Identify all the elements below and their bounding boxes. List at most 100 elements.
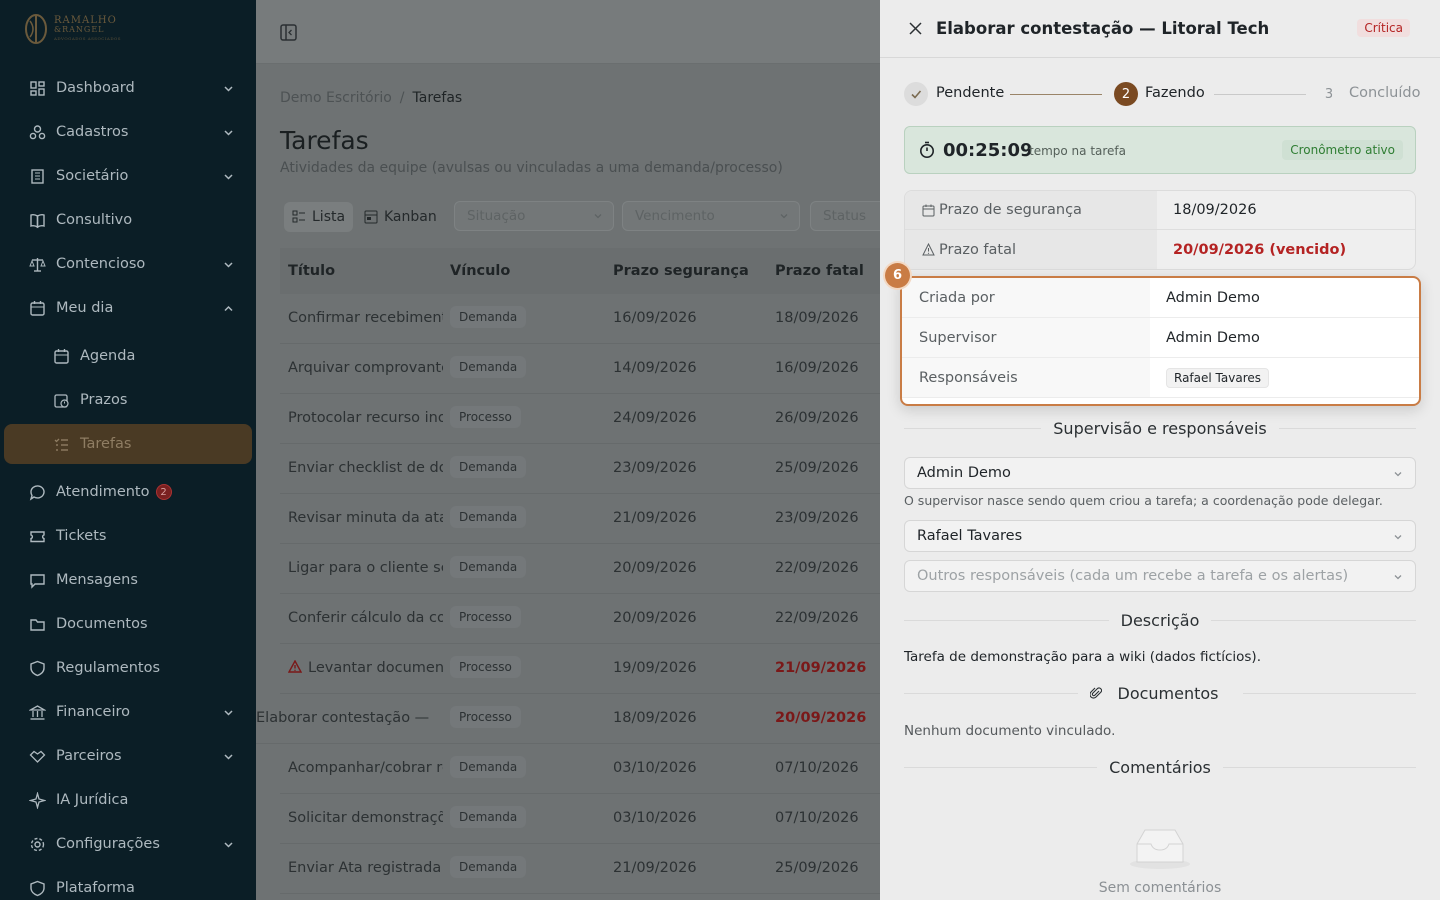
sidebar-item-ia-juridica[interactable]: IA Jurídica bbox=[4, 780, 252, 820]
sidebar-item-label: Tarefas bbox=[80, 436, 132, 452]
table-row[interactable]: Levantar document Processo 19/09/2026 21/09… bbox=[280, 644, 880, 694]
sidebar-item-contencioso[interactable]: Contencioso bbox=[4, 244, 252, 284]
sidebar-toggle-icon[interactable] bbox=[280, 24, 297, 45]
col-vinculo[interactable]: Vínculo bbox=[450, 263, 510, 279]
cell-titulo-text: Solicitar demonstraçõ bbox=[288, 810, 443, 826]
cell-prazo-fatal: 21/09/2026 bbox=[775, 660, 867, 676]
priority-badge: Crítica bbox=[1357, 19, 1410, 37]
brand-logo[interactable]: RAMALHO &RANGEL ADVOGADOS ASSOCIADOS bbox=[24, 13, 121, 45]
cell-titulo: Confirmar recebimento bbox=[288, 310, 443, 326]
chevron-down-icon[interactable] bbox=[223, 258, 234, 274]
step-concluido-label[interactable]: Concluído bbox=[1349, 85, 1420, 101]
table-row[interactable]: Elaborar contestação — Processo 18/09/2026… bbox=[256, 694, 880, 744]
cell-prazo-seguranca: 03/10/2026 bbox=[613, 760, 697, 776]
sidebar-item-agenda[interactable]: Agenda bbox=[4, 336, 252, 376]
scale-icon bbox=[28, 255, 46, 273]
table-row[interactable]: Enviar Ata registrada a Demanda 21/09/2026… bbox=[280, 844, 880, 894]
supervisor-select[interactable]: Admin Demo bbox=[904, 457, 1416, 489]
chevron-down-icon[interactable] bbox=[223, 126, 234, 142]
table-row[interactable]: Ligar para o cliente sc Demanda 20/09/2026… bbox=[280, 544, 880, 594]
calendar-icon bbox=[28, 299, 46, 317]
sidebar-item-dashboard[interactable]: Dashboard bbox=[4, 68, 252, 108]
section-supervision-heading: Supervisão e responsáveis bbox=[904, 418, 1416, 438]
step-done-check-icon[interactable] bbox=[904, 82, 928, 106]
filter-vencimento[interactable]: Vencimento bbox=[622, 201, 800, 231]
chevron-down-icon[interactable] bbox=[223, 838, 234, 854]
filter-situacao[interactable]: Situação bbox=[454, 201, 614, 231]
col-prazo-fatal[interactable]: Prazo fatal bbox=[775, 263, 864, 279]
sidebar-item-financeiro[interactable]: Financeiro bbox=[4, 692, 252, 732]
responsible-chip[interactable]: Rafael Tavares bbox=[1166, 367, 1269, 388]
table-row[interactable]: Confirmar recebimento Demanda 16/09/2026 18… bbox=[280, 294, 880, 344]
task-list-icon bbox=[52, 435, 70, 453]
inbox-empty-icon bbox=[1127, 826, 1193, 874]
kv-key: Prazo de segurança bbox=[905, 191, 1157, 229]
step-fazendo-number[interactable]: 2 bbox=[1114, 82, 1138, 106]
cell-vinculo: Processo bbox=[450, 606, 521, 628]
step-fazendo-label[interactable]: Fazendo bbox=[1145, 85, 1205, 101]
sidebar-item-prazos[interactable]: Prazos bbox=[4, 380, 252, 420]
vinculo-pill: Demanda bbox=[450, 756, 527, 778]
building-icon bbox=[28, 167, 46, 185]
other-responsibles-select[interactable]: Outros responsáveis (cada um recebe a ta… bbox=[904, 560, 1416, 592]
comments-empty-text: Sem comentários bbox=[1098, 880, 1222, 896]
description-text: Tarefa de demonstração para a wiki (dado… bbox=[904, 649, 1261, 665]
stopwatch-icon bbox=[919, 141, 935, 163]
responsible-select[interactable]: Rafael Tavares bbox=[904, 520, 1416, 552]
step-pendente-label[interactable]: Pendente bbox=[936, 85, 1004, 101]
sidebar-item-label: Atendimento bbox=[56, 484, 150, 500]
topbar bbox=[256, 0, 880, 64]
sidebar-item-atendimento[interactable]: Atendimento 2 bbox=[4, 472, 252, 512]
chevron-down-icon bbox=[594, 214, 602, 219]
chevron-up-icon[interactable] bbox=[223, 302, 234, 318]
sidebar-item-documentos[interactable]: Documentos bbox=[4, 604, 252, 644]
cell-titulo-text: Enviar Ata registrada a bbox=[288, 860, 443, 876]
sidebar-item-cadastros[interactable]: Cadastros bbox=[4, 112, 252, 152]
table-row[interactable]: Solicitar demonstraçõ Demanda 03/10/2026 07… bbox=[280, 794, 880, 844]
timer-status-badge: Cronômetro ativo bbox=[1282, 140, 1403, 160]
table-row[interactable]: Enviar checklist de do Demanda 23/09/2026 2… bbox=[280, 444, 880, 494]
filter-status[interactable]: Status bbox=[810, 201, 880, 231]
step-concluido-number[interactable]: 3 bbox=[1317, 82, 1341, 106]
table-row[interactable]: Acompanhar/cobrar re Demanda 03/10/2026 07/… bbox=[280, 744, 880, 794]
table-row[interactable]: Revisar minuta da ata Demanda 21/09/2026 23… bbox=[280, 494, 880, 544]
sidebar-item-tarefas[interactable]: Tarefas bbox=[4, 424, 252, 464]
breadcrumb-root[interactable]: Demo Escritório bbox=[280, 90, 392, 106]
col-prazo-seguranca[interactable]: Prazo segurança bbox=[613, 263, 749, 279]
chevron-down-icon[interactable] bbox=[223, 706, 234, 722]
deadlines-table: Prazo de segurança 18/09/2026 Prazo fata… bbox=[904, 190, 1416, 270]
cell-titulo: Arquivar comprovante bbox=[288, 360, 443, 376]
col-titulo[interactable]: Título bbox=[288, 263, 335, 279]
sidebar-item-parceiros[interactable]: Parceiros bbox=[4, 736, 252, 776]
sidebar-item-label: Plataforma bbox=[56, 880, 135, 896]
sidebar-item-mensagens[interactable]: Mensagens bbox=[4, 560, 252, 600]
step-connector bbox=[1214, 94, 1306, 95]
cell-prazo-fatal: 26/09/2026 bbox=[775, 410, 859, 426]
view-kanban-button[interactable]: Kanban bbox=[356, 202, 445, 232]
cell-prazo-fatal: 20/09/2026 bbox=[775, 710, 867, 726]
sidebar-item-regulamentos[interactable]: Regulamentos bbox=[4, 648, 252, 688]
chevron-down-icon[interactable] bbox=[223, 82, 234, 98]
table-row[interactable]: Conferir cálculo da co Processo 20/09/2026… bbox=[280, 594, 880, 644]
sidebar-item-plataforma[interactable]: Plataforma bbox=[4, 868, 252, 900]
sidebar-item-consultivo[interactable]: Consultivo bbox=[4, 200, 252, 240]
sidebar-item-societario[interactable]: Societário bbox=[4, 156, 252, 196]
cell-prazo-fatal: 25/09/2026 bbox=[775, 460, 859, 476]
section-documents-heading: Documentos bbox=[904, 683, 1416, 703]
cell-prazo-seguranca: 18/09/2026 bbox=[613, 710, 697, 726]
sidebar-item-meu-dia[interactable]: Meu dia bbox=[4, 288, 252, 328]
cell-titulo: Levantar document bbox=[288, 660, 443, 676]
clock-calendar-icon bbox=[52, 391, 70, 409]
chevron-down-icon[interactable] bbox=[223, 170, 234, 186]
sidebar-item-configuracoes[interactable]: Configurações bbox=[4, 824, 252, 864]
view-list-button[interactable]: Lista bbox=[284, 202, 354, 232]
vinculo-pill: Demanda bbox=[450, 806, 527, 828]
cell-vinculo: Processo bbox=[450, 406, 521, 428]
cell-prazo-fatal: 07/10/2026 bbox=[775, 760, 859, 776]
sidebar-item-tickets[interactable]: Tickets bbox=[4, 516, 252, 556]
table-row[interactable]: Protocolar recurso ino Processo 24/09/2026… bbox=[280, 394, 880, 444]
table-row[interactable]: Arquivar comprovante Demanda 14/09/2026 16/… bbox=[280, 344, 880, 394]
cell-prazo-seguranca: 03/10/2026 bbox=[613, 810, 697, 826]
close-icon[interactable] bbox=[908, 21, 923, 40]
chevron-down-icon[interactable] bbox=[223, 750, 234, 766]
